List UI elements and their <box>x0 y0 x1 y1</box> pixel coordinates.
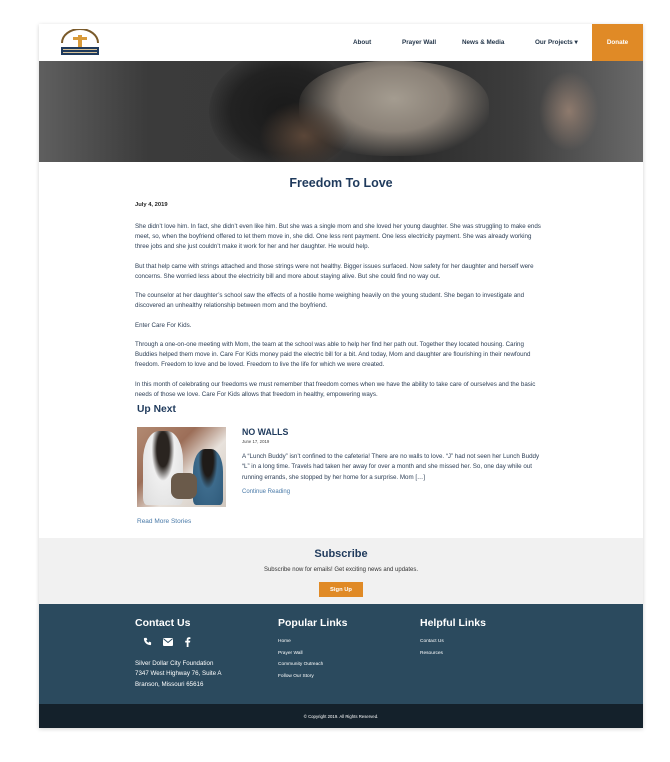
address-line: 7347 West Highway 76, Suite A <box>135 670 222 678</box>
footer-contact-icons <box>142 636 193 647</box>
article-title: Freedom To Love <box>289 176 393 190</box>
footer-link-community-outreach[interactable]: Community Outreach <box>278 659 323 671</box>
address-line: Silver Dollar City Foundation <box>135 660 214 667</box>
footer-link-home[interactable]: Home <box>278 636 323 648</box>
footer-popular-title: Popular Links <box>278 617 348 629</box>
nav-news-media[interactable]: News & Media <box>462 39 504 46</box>
hero-image <box>39 61 643 162</box>
story-thumbnail[interactable] <box>137 427 226 507</box>
footer-address: Silver Dollar City Foundation 7347 West … <box>135 659 222 690</box>
foundation-logo[interactable] <box>57 29 103 57</box>
footer-link-resources[interactable]: Resources <box>420 648 444 660</box>
nav-prayer-wall[interactable]: Prayer Wall <box>402 39 436 46</box>
footer-link-follow-our-story[interactable]: Follow Our Story <box>278 671 323 683</box>
nav-our-projects[interactable]: Our Projects ▾ <box>535 39 578 46</box>
article-paragraph: Enter Care For Kids. <box>135 321 192 329</box>
up-next-heading: Up Next <box>137 404 176 415</box>
facebook-icon[interactable] <box>182 636 193 647</box>
thumbnail-bag <box>171 473 197 499</box>
subscribe-text: Subscribe now for emails! Get exciting n… <box>263 567 419 573</box>
footer-link-contact-us[interactable]: Contact Us <box>420 636 444 648</box>
site-header: About Prayer Wall News & Media Our Proje… <box>39 24 643 61</box>
article-paragraph: Through a one-on-one meeting with Mom, t… <box>135 341 531 368</box>
article-paragraph: The counselor at her daughter’s school s… <box>135 292 525 309</box>
story-title[interactable]: NO WALLS <box>242 427 288 437</box>
subscribe-title: Subscribe <box>314 548 368 560</box>
copyright-bar: © Copyright 2019. All Rights Reserved. <box>39 704 643 728</box>
footer-popular-links: Home Prayer Wall Community Outreach Foll… <box>278 636 323 683</box>
subscribe-section: Subscribe Subscribe now for emails! Get … <box>39 538 643 604</box>
footer-link-prayer-wall[interactable]: Prayer Wall <box>278 648 323 660</box>
footer-helpful-title: Helpful Links <box>420 617 486 629</box>
thumbnail-person-child <box>193 449 223 505</box>
article-paragraph: She didn’t love him. In fact, she didn’t… <box>135 223 541 250</box>
page: About Prayer Wall News & Media Our Proje… <box>39 24 643 728</box>
article-date: July 4, 2019 <box>135 202 168 208</box>
story-date: June 17, 2019 <box>242 439 270 444</box>
footer-helpful-links: Contact Us Resources <box>420 636 444 659</box>
story-excerpt: A “Lunch Buddy” isn’t confined to the ca… <box>242 453 540 481</box>
article-body: She didn’t love him. In fact, she didn’t… <box>135 222 545 409</box>
nav-our-projects-label: Our Projects <box>535 39 573 46</box>
sign-up-button[interactable]: Sign Up <box>319 582 363 597</box>
continue-reading-link[interactable]: Continue Reading <box>242 489 290 495</box>
read-more-stories-link[interactable]: Read More Stories <box>137 518 191 525</box>
nav-about[interactable]: About <box>353 39 371 46</box>
hero-hand-shape <box>539 71 599 151</box>
article-paragraph: But that help came with strings attached… <box>135 262 534 280</box>
email-icon[interactable] <box>162 636 173 647</box>
phone-icon[interactable] <box>142 636 153 647</box>
site-footer: Contact Us Silver Dollar City Foundation… <box>39 604 643 704</box>
article-paragraph: In this month of celebrating our freedom… <box>135 380 536 398</box>
caret-down-icon: ▾ <box>572 39 578 46</box>
address-line: Branson, Missouri 65616 <box>135 680 204 688</box>
hero-arm-shape <box>259 101 349 162</box>
footer-contact-title: Contact Us <box>135 617 191 629</box>
donate-button[interactable]: Donate <box>592 24 643 61</box>
